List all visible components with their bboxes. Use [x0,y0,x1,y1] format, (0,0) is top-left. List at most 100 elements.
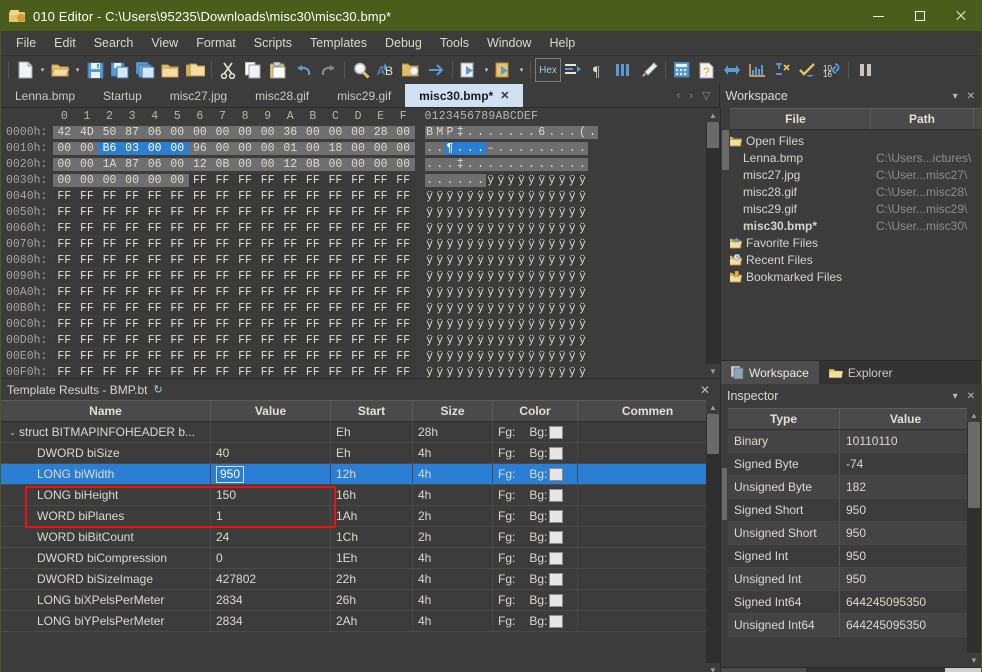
table-row[interactable]: DWORD biSizeImage 427802 22h 4h Fg: Bg: [1,569,720,590]
workspace-item-misc29gif[interactable]: misc29.gif C:\User...misc29\ [721,200,981,217]
hex-ascii-char[interactable]: ÿ [424,317,435,331]
hex-ascii-char[interactable]: ÿ [495,189,506,203]
tab-prev-icon[interactable]: ‹ [677,90,681,102]
hex-byte[interactable]: FF [211,205,234,219]
inspector-row[interactable]: Signed Short 950 [728,499,981,522]
hex-byte[interactable]: FF [143,317,166,331]
row-color-cell[interactable]: Fg: Bg: [493,548,578,568]
hex-ascii-char[interactable]: . [465,157,476,171]
hex-byte[interactable]: FF [369,317,392,331]
hex-ascii-char[interactable]: ÿ [556,237,568,251]
hex-byte[interactable]: FF [188,189,212,203]
hex-byte[interactable]: FF [233,301,257,315]
hex-ascii-char[interactable]: ÿ [526,173,537,187]
hex-ascii-char[interactable]: ÿ [495,253,506,267]
hex-ascii[interactable]: ÿÿÿÿÿÿÿÿÿÿÿÿÿÿÿÿ [424,349,588,363]
row-name-cell[interactable]: LONG biWidth [1,464,211,484]
workspace-item-favoritefiles[interactable]: Favorite Files [721,234,981,251]
hex-ascii-char[interactable]: ÿ [556,349,568,363]
hex-ascii-char[interactable]: ÿ [546,189,557,203]
hex-byte[interactable]: FF [369,285,392,299]
hex-ascii-char[interactable]: ÿ [516,333,527,347]
hex-ascii[interactable]: ......ÿÿÿÿÿÿÿÿÿÿ [424,173,588,187]
hex-ascii-char[interactable]: ÿ [516,285,527,299]
hex-ascii-char[interactable]: ÿ [567,189,578,203]
hex-ascii-char[interactable]: ÿ [485,317,496,331]
hex-byte[interactable]: FF [188,285,212,299]
hex-byte[interactable]: FF [98,221,121,235]
hex-row[interactable]: 0000h: 42 4D 50 87 06 00 00 00 00 00 36 00 00 00 28 00 B M… [1,124,706,140]
hex-byte[interactable]: FF [188,333,212,347]
hex-byte[interactable]: FF [75,205,99,219]
template-results-rows[interactable]: ⌄ struct BITMAPINFOHEADER b... Eh 28h Fg: Bg:… [1,422,720,632]
hex-ascii-char[interactable]: ÿ [516,189,527,203]
hex-byte[interactable]: FF [53,253,76,267]
hex-ascii-char[interactable]: ÿ [424,253,435,267]
workspace-item-misc27jpg[interactable]: misc27.jpg C:\User...misc27\ [721,166,981,183]
hex-byte[interactable]: 00 [391,125,415,139]
hex-byte[interactable]: FF [256,253,279,267]
hex-byte[interactable]: FF [98,285,121,299]
hex-ascii-char[interactable]: ÿ [516,205,527,219]
hex-ascii-char[interactable]: ÿ [556,365,568,378]
histogram-icon[interactable] [745,58,769,82]
hex-ascii-char[interactable]: . [546,125,557,139]
hex-byte[interactable]: FF [211,173,234,187]
template-results-table[interactable]: Name Value Start Size Color Commen ⌄ struct BI… [1,400,720,672]
hex-byte[interactable]: FF [301,237,325,251]
hex-byte[interactable]: FF [256,365,279,378]
workspace-collapse-icon[interactable]: ▾ [953,91,958,102]
hex-ascii-char[interactable]: ‡ [455,157,466,171]
hex-ascii-char[interactable]: ÿ [567,205,578,219]
hex-byte[interactable]: FF [233,269,257,283]
hex-byte[interactable]: FF [211,269,234,283]
hex-ascii-char[interactable]: . [424,173,435,187]
inspector-scroll-down-icon[interactable]: ▼ [967,653,981,667]
hex-byte[interactable]: FF [211,301,234,315]
hex-ascii-char[interactable]: . [516,141,527,155]
hex-byte[interactable]: FF [346,253,370,267]
hex-ascii-char[interactable]: . [526,141,537,155]
hex-ascii-char[interactable]: ¶ [444,141,456,155]
hex-ascii-char[interactable]: . [567,157,578,171]
hex-ascii-char[interactable]: ÿ [577,333,588,347]
hex-byte[interactable]: FF [369,365,392,378]
menu-templates[interactable]: Templates [301,33,376,53]
hex-byte[interactable]: FF [369,221,392,235]
hex-byte[interactable]: FF [75,269,99,283]
hex-byte[interactable]: FF [256,317,279,331]
hex-ascii[interactable]: ÿÿÿÿÿÿÿÿÿÿÿÿÿÿÿÿ [424,221,588,235]
hex-byte[interactable]: FF [391,269,415,283]
hex-byte[interactable]: FF [143,285,166,299]
hex-ascii[interactable]: ÿÿÿÿÿÿÿÿÿÿÿÿÿÿÿÿ [424,317,588,331]
hex-ascii-char[interactable]: ÿ [485,205,496,219]
hex-ascii-char[interactable]: ÿ [577,237,588,251]
hex-ascii-char[interactable]: ÿ [495,333,506,347]
hex-ascii-char[interactable]: ÿ [536,317,547,331]
hex-byte[interactable]: FF [301,205,325,219]
hex-byte[interactable]: FF [211,237,234,251]
row-color-cell[interactable]: Fg: Bg: [493,464,578,484]
hex-byte[interactable]: FF [120,365,144,378]
row-name-cell[interactable]: LONG biXPelsPerMeter [1,590,211,610]
hex-byte[interactable]: FF [324,269,347,283]
hex-byte[interactable]: FF [391,173,415,187]
hex-scroll-thumb[interactable] [707,122,719,148]
hex-byte[interactable]: FF [391,301,415,315]
hex-byte[interactable]: FF [120,205,144,219]
hex-byte[interactable]: FF [301,221,325,235]
hex-byte[interactable]: FF [53,365,76,378]
open-file-icon[interactable] [48,58,72,82]
row-name-cell[interactable]: LONG biYPelsPerMeter [1,611,211,631]
hex-ascii-char[interactable]: ÿ [485,221,496,235]
hex-ascii-char[interactable]: . [495,125,506,139]
hex-ascii-char[interactable]: ÿ [526,237,537,251]
hex-byte[interactable]: FF [278,349,302,363]
row-value-cell[interactable]: 2834 [211,611,331,631]
hex-byte[interactable]: FF [278,173,302,187]
column-header-value[interactable]: Value [211,401,331,421]
hex-byte[interactable]: FF [324,205,347,219]
hex-byte[interactable]: FF [120,253,144,267]
inspector-value[interactable]: 10110110 [840,430,960,452]
hex-byte[interactable]: FF [120,269,144,283]
